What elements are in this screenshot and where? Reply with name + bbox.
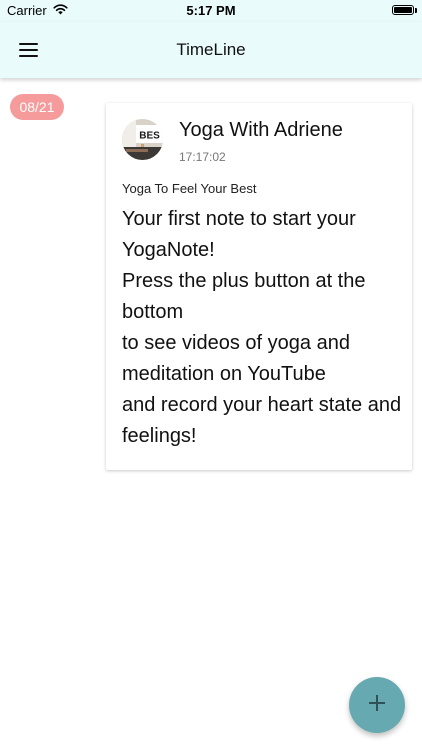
app-bar: TimeLine xyxy=(0,22,422,78)
plus-icon xyxy=(369,694,385,716)
date-chip: 08/21 xyxy=(10,94,64,120)
note-card[interactable]: BES Yoga With Adriene 17:17:02 Yoga To F… xyxy=(106,103,412,470)
note-body: Your first note to start your YogaNote! … xyxy=(122,208,402,447)
add-note-button[interactable] xyxy=(349,677,405,733)
page-title: TimeLine xyxy=(176,40,246,59)
video-title: Yoga To Feel Your Best xyxy=(122,181,257,196)
note-time: 17:17:02 xyxy=(179,150,226,164)
channel-avatar: BES xyxy=(122,119,163,160)
channel-name: Yoga With Adriene xyxy=(179,119,343,141)
battery-icon xyxy=(392,5,417,15)
status-time: 5:17 PM xyxy=(186,3,236,18)
avatar-text: BES xyxy=(139,131,160,142)
status-bar: Carrier 5:17 PM xyxy=(0,0,422,22)
